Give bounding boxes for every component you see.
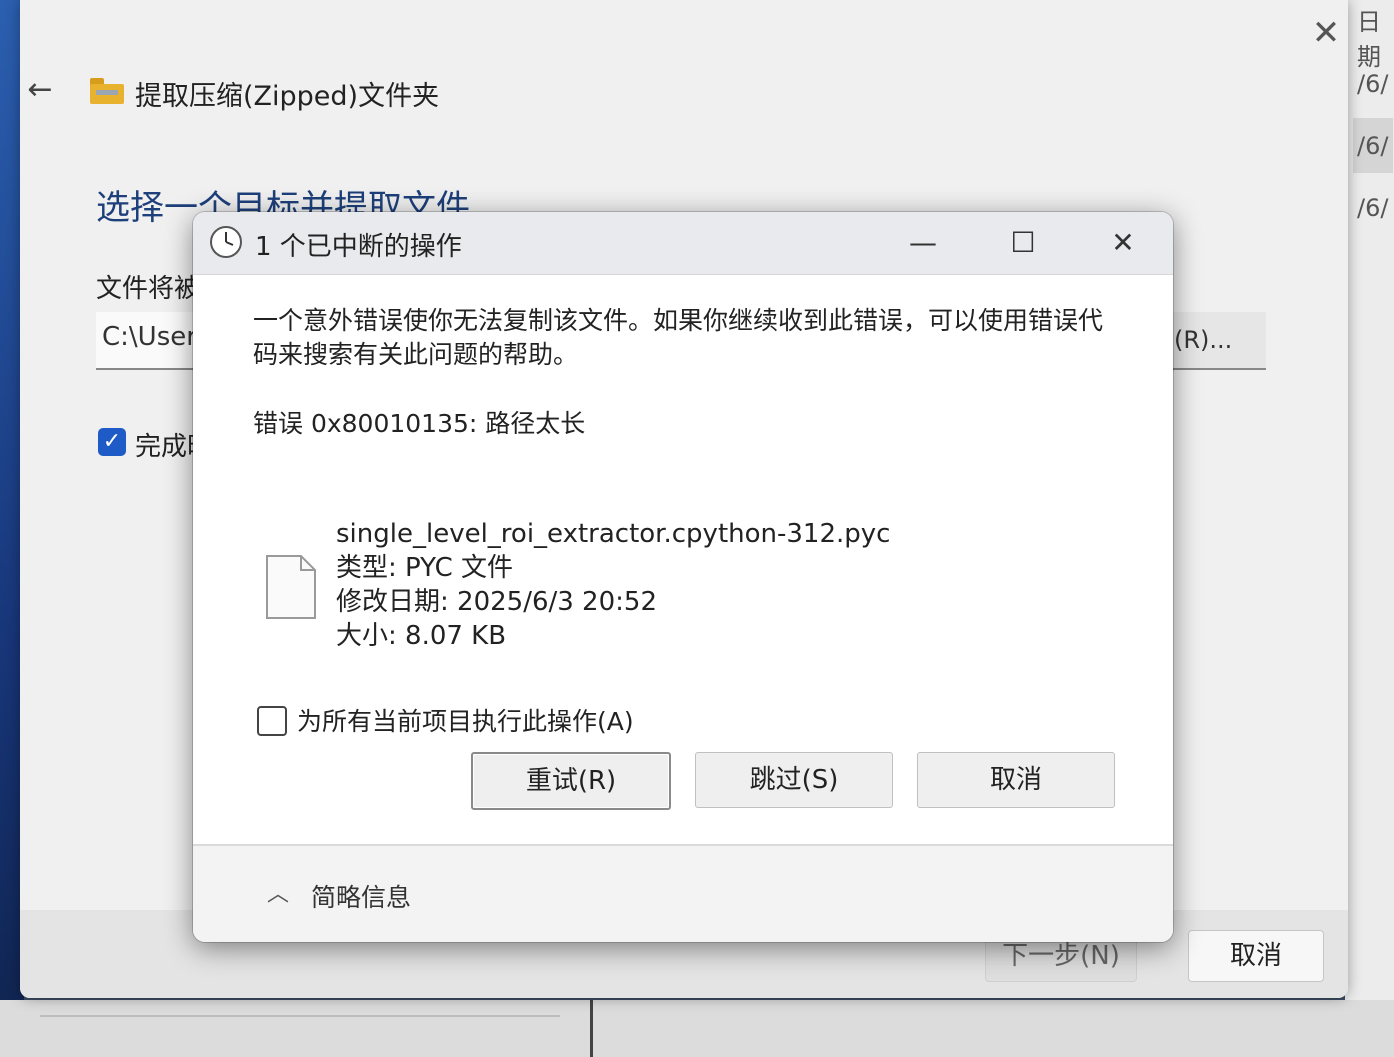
- show-files-checkbox[interactable]: ✓: [98, 428, 126, 456]
- interrupted-operation-dialog: 1 个已中断的操作 — ☐ ✕ 一个意外错误使你无法复制该文件。如果你继续收到此…: [193, 212, 1173, 942]
- apply-all-label[interactable]: 为所有当前项目执行此操作(A): [297, 702, 634, 738]
- destination-path-value: C:\User: [102, 322, 197, 352]
- background-explorer-date-column: 日期 /6/ /6/ /6/: [1345, 0, 1394, 1057]
- file-name: single_level_roi_extractor.cpython-312.p…: [336, 519, 891, 549]
- retry-button[interactable]: 重试(R): [471, 752, 671, 810]
- file-modified: 修改日期: 2025/6/3 20:52: [336, 587, 657, 617]
- dialog-title: 1 个已中断的操作: [255, 232, 462, 262]
- fewer-details-link[interactable]: 简略信息: [311, 878, 411, 914]
- destination-label: 文件将被: [96, 274, 201, 304]
- wizard-cancel-button[interactable]: 取消: [1188, 930, 1324, 982]
- file-info: single_level_roi_extractor.cpython-312.p…: [336, 517, 890, 653]
- wizard-title: 提取压缩(Zipped)文件夹: [135, 81, 440, 112]
- error-message: 一个意外错误使你无法复制该文件。如果你继续收到此错误，可以使用错误代码来搜索有关…: [253, 306, 1104, 369]
- zip-folder-icon: [90, 78, 124, 104]
- close-icon[interactable]: ✕: [1303, 10, 1349, 56]
- clock-icon: [210, 226, 242, 258]
- divider: [40, 1015, 560, 1017]
- browse-button[interactable]: (R)...: [1168, 312, 1266, 368]
- close-icon[interactable]: ✕: [1093, 218, 1153, 268]
- divider: [590, 1000, 593, 1057]
- skip-button[interactable]: 跳过(S): [695, 752, 893, 808]
- apply-all-checkbox[interactable]: [257, 706, 287, 736]
- minimize-icon[interactable]: —: [893, 218, 953, 268]
- background-date-cell: /6/: [1357, 132, 1389, 160]
- cancel-button[interactable]: 取消: [917, 752, 1115, 808]
- back-arrow-icon[interactable]: ←: [20, 70, 60, 110]
- file-icon: [266, 555, 316, 619]
- background-column-header: 日期: [1357, 8, 1381, 71]
- file-type: 类型: PYC 文件: [336, 553, 514, 583]
- background-date-cell: /6/: [1357, 194, 1389, 222]
- background-explorer-bottom: [0, 1000, 1394, 1057]
- error-code: 错误 0x80010135: 路径太长: [253, 409, 586, 438]
- chevron-up-icon[interactable]: ︿: [267, 876, 289, 908]
- dialog-titlebar: 1 个已中断的操作 — ☐ ✕: [193, 212, 1173, 275]
- file-size: 大小: 8.07 KB: [336, 621, 507, 651]
- background-date-cell: /6/: [1357, 70, 1389, 98]
- maximize-icon[interactable]: ☐: [993, 218, 1053, 268]
